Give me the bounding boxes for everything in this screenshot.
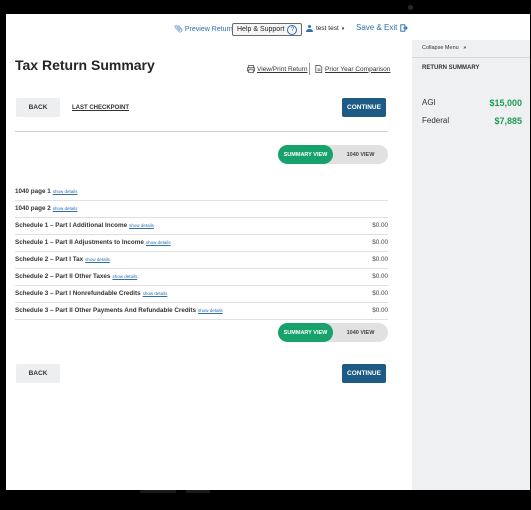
prior-year-label: Prior Year Comparison	[325, 65, 391, 73]
continue-button[interactable]: CONTINUE	[342, 98, 386, 117]
help-support-button[interactable]: Help & Support ?	[232, 23, 303, 36]
question-circle-icon: ?	[287, 24, 298, 35]
row-label: Schedule 1 – Part I Additional Income	[15, 222, 128, 229]
divider	[15, 131, 388, 132]
collapse-menu-label: Collapse Menu	[422, 45, 459, 51]
list-item: Schedule 3 – Part I Nonrefundable Credit…	[15, 286, 388, 303]
camera-dot	[408, 5, 413, 10]
util-separator	[309, 63, 310, 75]
row-amount: $0.00	[372, 222, 388, 229]
row-amount: $0.00	[372, 307, 388, 314]
last-checkpoint-link[interactable]: LAST CHECKPOINT	[72, 105, 129, 111]
help-support-label: Help & Support	[237, 26, 285, 33]
row-label: 1040 page 2	[15, 205, 51, 212]
back-button[interactable]: BACK	[16, 364, 60, 383]
user-menu[interactable]: test test ▾	[306, 25, 344, 32]
federal-value: $7,885	[494, 116, 522, 126]
list-item: 1040 page 1 show details	[15, 184, 388, 201]
show-details-link[interactable]: show details	[198, 308, 223, 313]
row-label: Schedule 1 – Part II Adjustments to Inco…	[15, 239, 144, 246]
agi-label: AGI	[422, 98, 436, 107]
double-chevron-right-icon: »	[463, 45, 467, 51]
list-item: Schedule 3 – Part II Other Payments And …	[15, 303, 388, 320]
row-label: Schedule 3 – Part I Nonrefundable Credit…	[15, 290, 141, 297]
user-name: test test	[316, 25, 339, 32]
list-item: Schedule 2 – Part I Tax show details $0.0…	[15, 252, 388, 269]
summary-list: 1040 page 1 show details 1040 page 2 show …	[15, 184, 388, 320]
summary-view-toggle[interactable]: SUMMARY VIEW	[278, 145, 333, 164]
printer-icon	[247, 65, 255, 73]
row-label: Schedule 3 – Part II Other Payments And …	[15, 307, 197, 314]
list-item: Schedule 1 – Part I Additional Income sho…	[15, 218, 388, 235]
row-amount: $0.00	[372, 290, 388, 297]
federal-row: Federal $7,885	[422, 116, 522, 128]
summary-view-toggle[interactable]: SUMMARY VIEW	[278, 323, 333, 342]
show-details-link[interactable]: show details	[53, 189, 78, 194]
user-icon	[306, 25, 313, 32]
bezel-detail	[140, 490, 176, 493]
show-details-link[interactable]: show details	[143, 291, 168, 296]
bezel-detail	[186, 490, 210, 493]
view-print-link[interactable]: View/Print Return	[247, 65, 307, 73]
return-summary-panel: Collapse Menu » RETURN SUMMARY AGI $15,0…	[412, 40, 530, 490]
form-view-toggle[interactable]: 1040 VIEW	[333, 145, 388, 164]
collapse-menu-link[interactable]: Collapse Menu »	[422, 45, 466, 51]
preview-return-link[interactable]: 📎︎ Preview Return	[174, 25, 233, 34]
row-label: Schedule 2 – Part II Other Taxes	[15, 273, 111, 280]
show-details-link[interactable]: show details	[85, 257, 110, 262]
show-details-link[interactable]: show details	[53, 206, 78, 211]
top-nav: 📎︎ Preview Return Help & Support ? test …	[6, 23, 530, 39]
page-title: Tax Return Summary	[15, 57, 155, 73]
view-print-label: View/Print Return	[257, 65, 308, 73]
show-details-link[interactable]: show details	[112, 274, 137, 279]
show-details-link[interactable]: show details	[146, 240, 171, 245]
save-exit-label: Save & Exit	[356, 23, 398, 32]
agi-value: $15,000	[489, 98, 522, 108]
view-toggle-top: SUMMARY VIEW 1040 VIEW	[278, 145, 388, 164]
row-amount: $0.00	[372, 239, 388, 246]
view-toggle-bottom: SUMMARY VIEW 1040 VIEW	[278, 323, 388, 342]
agi-row: AGI $15,000	[422, 98, 522, 110]
preview-return-label: Preview Return	[184, 25, 233, 33]
row-amount: $0.00	[372, 273, 388, 280]
list-item: Schedule 2 – Part II Other Taxes show det…	[15, 269, 388, 286]
continue-button[interactable]: CONTINUE	[342, 364, 386, 383]
list-item: 1040 page 2 show details	[15, 201, 388, 218]
divider	[412, 57, 530, 58]
show-details-link[interactable]: show details	[129, 223, 154, 228]
prior-year-link[interactable]: Prior Year Comparison	[315, 65, 390, 73]
exit-icon	[399, 24, 408, 32]
paperclip-icon: 📎︎	[174, 26, 183, 33]
row-amount: $0.00	[372, 256, 388, 263]
list-item: Schedule 1 – Part II Adjustments to Inco…	[15, 235, 388, 252]
row-label: Schedule 2 – Part I Tax	[15, 256, 84, 263]
chevron-down-icon: ▾	[341, 25, 345, 32]
back-button[interactable]: BACK	[16, 98, 60, 117]
federal-label: Federal	[422, 116, 450, 125]
document-icon	[315, 65, 323, 73]
panel-title: RETURN SUMMARY	[422, 65, 480, 71]
save-exit-link[interactable]: Save & Exit	[356, 23, 408, 32]
app-screen: 📎︎ Preview Return Help & Support ? test …	[6, 14, 530, 490]
row-label: 1040 page 1	[15, 188, 51, 195]
form-view-toggle[interactable]: 1040 VIEW	[333, 323, 388, 342]
